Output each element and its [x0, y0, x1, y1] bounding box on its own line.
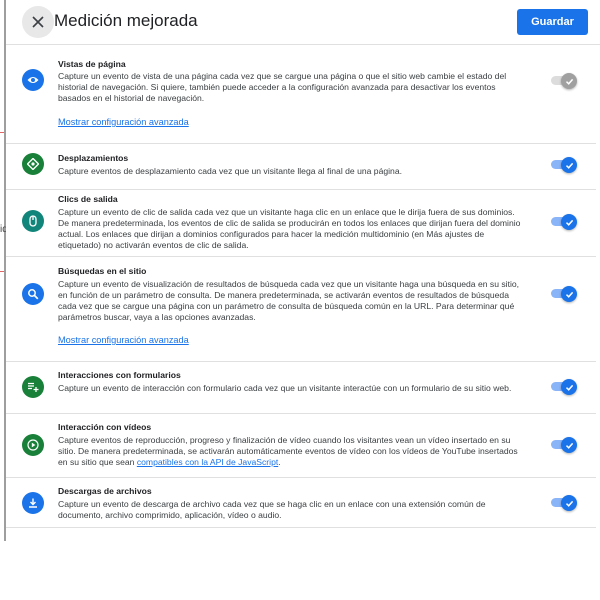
- description-text: Capture eventos de reproducción, progres…: [58, 435, 518, 467]
- section-title: Interacciones con formularios: [58, 370, 181, 380]
- check-icon: [565, 291, 573, 298]
- section-description: Capture eventos de reproducción, progres…: [58, 435, 523, 468]
- section-icon: [22, 69, 44, 91]
- section-icon: [22, 283, 44, 305]
- check-icon: [565, 162, 573, 169]
- search-icon: [28, 289, 39, 300]
- section-description: Capture un evento de interacción con for…: [58, 383, 512, 393]
- section-title: Búsquedas en el sitio: [58, 266, 147, 276]
- section-description: Capture un evento de clic de salida cada…: [58, 207, 521, 250]
- show-advanced-settings-link[interactable]: Mostrar configuración avanzada: [58, 335, 189, 345]
- save-button[interactable]: Guardar: [517, 9, 588, 35]
- section-title: Clics de salida: [58, 194, 118, 204]
- section-page-views: Vistas de página Capture un evento de vi…: [6, 45, 596, 144]
- check-icon: [565, 442, 573, 449]
- check-icon: [565, 219, 573, 226]
- section-outbound-clicks: Clics de salida Capture un evento de cli…: [6, 190, 596, 257]
- section-description: Capture un evento de vista de una página…: [58, 71, 507, 103]
- eye-icon: [27, 77, 39, 83]
- section-icon: [22, 210, 44, 232]
- background-divider: [0, 132, 4, 133]
- enhanced-measurement-dialog: Medición mejorada Guardar Vistas de pági…: [6, 0, 600, 541]
- file-downloads-toggle[interactable]: [551, 495, 577, 511]
- close-button[interactable]: [22, 6, 54, 38]
- form-icon: [28, 382, 39, 392]
- site-search-toggle[interactable]: [551, 286, 577, 302]
- section-title: Interacción con vídeos: [58, 422, 152, 432]
- download-icon: [29, 498, 37, 508]
- show-advanced-settings-link[interactable]: Mostrar configuración avanzada: [58, 117, 189, 127]
- section-file-downloads: Descargas de archivos Capture un evento …: [6, 478, 596, 528]
- section-icon: [22, 434, 44, 456]
- check-icon: [565, 500, 573, 507]
- crosshair-icon: [27, 158, 39, 170]
- check-icon: [565, 384, 573, 391]
- section-video-engagement: Interacción con vídeos Capture eventos d…: [6, 414, 596, 478]
- section-description: Capture un evento de descarga de archivo…: [58, 499, 486, 520]
- section-icon: [22, 153, 44, 175]
- section-icon: [22, 492, 44, 514]
- page-views-toggle[interactable]: [551, 73, 577, 89]
- section-title: Vistas de página: [58, 59, 126, 69]
- section-description: Capture eventos de desplazamiento cada v…: [58, 166, 402, 176]
- dialog-title: Medición mejorada: [54, 11, 198, 30]
- check-icon: [565, 78, 573, 85]
- description-text: .: [278, 457, 281, 467]
- background-divider: [0, 271, 4, 272]
- section-form-interactions: Interacciones con formularios Capture un…: [6, 362, 596, 414]
- section-scrolls: Desplazamientos Capture eventos de despl…: [6, 144, 596, 190]
- section-icon: [22, 376, 44, 398]
- dialog-header: Medición mejorada Guardar: [6, 0, 600, 45]
- form-interactions-toggle[interactable]: [551, 379, 577, 395]
- close-icon: [32, 16, 44, 28]
- scrolls-toggle[interactable]: [551, 157, 577, 173]
- mouse-icon: [29, 215, 37, 227]
- outbound-clicks-toggle[interactable]: [551, 214, 577, 230]
- play-icon: [27, 439, 39, 451]
- section-description: Capture un evento de visualización de re…: [58, 279, 520, 322]
- javascript-api-link[interactable]: compatibles con la API de JavaScript: [137, 457, 278, 467]
- section-title: Desplazamientos: [58, 153, 129, 163]
- section-site-search: Búsquedas en el sitio Capture un evento …: [6, 257, 596, 362]
- section-title: Descargas de archivos: [58, 486, 152, 496]
- video-engagement-toggle[interactable]: [551, 437, 577, 453]
